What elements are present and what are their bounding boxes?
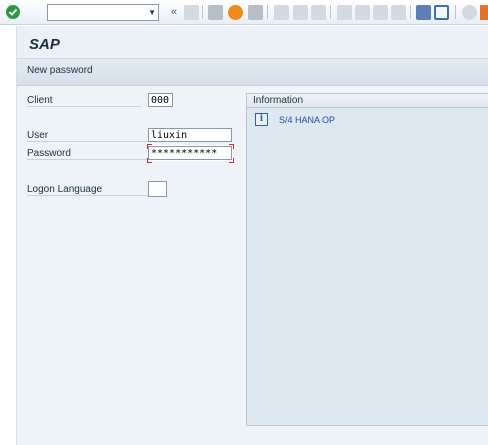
back-icon[interactable]: « [171, 4, 177, 20]
info-icon: i [255, 113, 268, 126]
shortcut-icon[interactable] [434, 4, 449, 20]
application-toolbar: New password [17, 58, 488, 86]
system-toolbar: ▼ « [0, 0, 488, 25]
focus-marker [229, 158, 234, 163]
help-icon[interactable] [462, 4, 477, 20]
cancel-icon[interactable] [248, 4, 263, 20]
logon-screen: SAP New password Client 000 User liuxin … [16, 26, 488, 445]
password-field[interactable]: *********** [148, 146, 232, 160]
new-session-icon[interactable] [416, 4, 431, 20]
exit-icon[interactable] [228, 4, 243, 20]
back-arrow-icon[interactable] [208, 4, 223, 20]
first-page-icon[interactable] [337, 4, 352, 20]
find-next-icon[interactable] [311, 4, 326, 20]
information-text: S/4 HANA OP [279, 114, 336, 125]
information-panel: Information i S/4 HANA OP [246, 93, 488, 426]
find-icon[interactable] [293, 4, 308, 20]
title-bar: SAP [17, 26, 488, 58]
logon-language-field[interactable] [148, 181, 167, 197]
chevron-down-icon[interactable]: ▼ [148, 8, 156, 17]
information-header: Information [247, 94, 488, 108]
client-label: Client [27, 95, 141, 107]
print-icon[interactable] [274, 4, 289, 20]
focus-marker [147, 144, 152, 149]
page-title: SAP [29, 36, 60, 53]
command-field[interactable]: ▼ [47, 4, 159, 21]
next-page-icon[interactable] [373, 4, 388, 20]
focus-marker [147, 158, 152, 163]
user-label: User [27, 130, 148, 142]
focus-marker [229, 144, 234, 149]
user-field[interactable]: liuxin [148, 128, 232, 142]
enter-check-icon[interactable] [6, 5, 20, 19]
new-password-button[interactable]: New password [27, 65, 93, 76]
information-row: i S/4 HANA OP [255, 113, 335, 126]
layout-menu-icon[interactable] [480, 4, 488, 20]
last-page-icon[interactable] [391, 4, 406, 20]
save-icon[interactable] [184, 4, 199, 20]
logon-language-label: Logon Language [27, 184, 148, 196]
client-field[interactable]: 000 [148, 93, 173, 107]
password-label: Password [27, 148, 148, 160]
previous-page-icon[interactable] [355, 4, 370, 20]
